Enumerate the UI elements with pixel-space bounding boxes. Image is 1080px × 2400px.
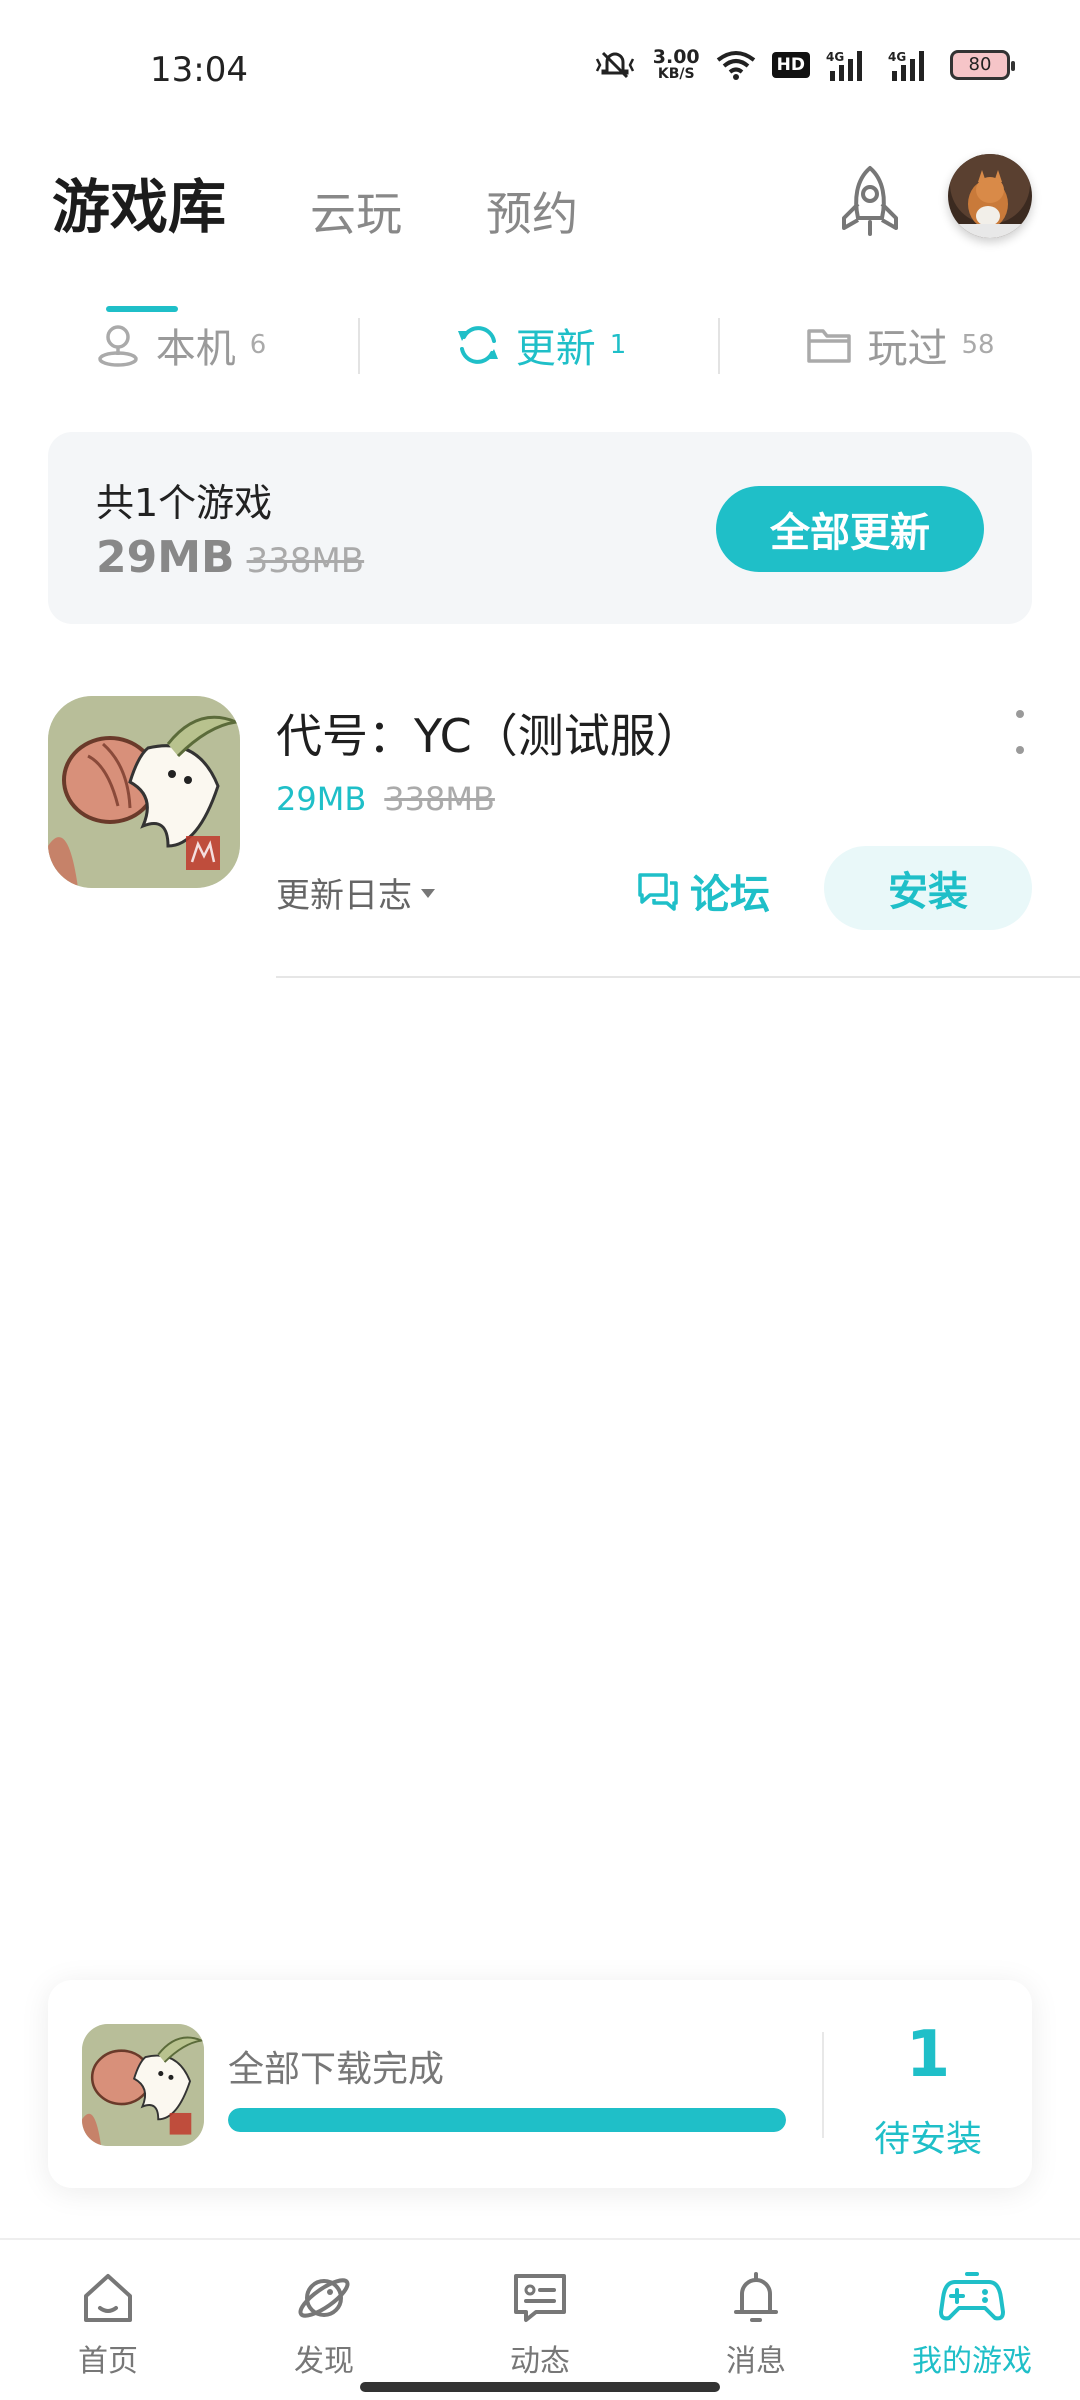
user-pin-icon — [97, 325, 138, 367]
refresh-icon — [457, 326, 498, 364]
gamepad-icon — [939, 2272, 1005, 2321]
bottom-nav: 首页 发现 动态 消息 我的游戏 — [0, 2238, 1080, 2400]
home-indicator[interactable] — [360, 2382, 720, 2392]
summary-size: 29MB 338MB — [96, 532, 364, 583]
nav-discover[interactable]: 发现 — [216, 2240, 432, 2400]
hd-badge: HD — [771, 51, 810, 78]
pending-install-label: 待安装 — [873, 2119, 982, 2160]
net-speed: 3.00 KB/S — [652, 46, 700, 82]
download-game-icon — [82, 2024, 204, 2146]
download-panel[interactable]: 全部下载完成 1 待安装 — [48, 1980, 1032, 2188]
more-dot — [1016, 710, 1024, 718]
nav-home[interactable]: 首页 — [0, 2240, 216, 2400]
summary-size-old: 338MB — [246, 541, 365, 581]
signal-icon: 4G — [826, 50, 862, 81]
segment-tabs: 本机 6 更新 1 玩过 58 — [0, 300, 1080, 390]
download-progress-fill — [228, 2108, 786, 2132]
download-status: 全部下载完成 — [228, 2049, 445, 2090]
changelog-toggle[interactable]: 更新日志 — [276, 868, 436, 917]
tab-cloud-play[interactable]: 云玩 — [310, 178, 402, 244]
chat-bubble-icon — [638, 873, 678, 911]
nav-my-games[interactable]: 我的游戏 — [864, 2240, 1080, 2400]
segment-local[interactable]: 本机 6 — [0, 300, 360, 390]
segment-divider — [358, 318, 360, 374]
signal-icon-2: 4G — [888, 50, 924, 81]
row-divider — [276, 976, 1080, 978]
update-all-button[interactable]: 全部更新 — [716, 486, 984, 572]
update-summary-card: 共1个游戏 29MB 338MB 全部更新 — [48, 432, 1032, 624]
battery-icon: 80 — [950, 49, 1015, 80]
segment-update[interactable]: 更新 1 — [360, 300, 720, 390]
bell-icon — [734, 2272, 778, 2322]
game-icon[interactable] — [48, 696, 240, 888]
planet-icon — [298, 2278, 350, 2318]
caret-down-icon — [421, 888, 435, 898]
summary-title: 共1个游戏 — [96, 481, 273, 525]
pending-install-count: 1 — [905, 2018, 951, 2092]
segment-divider — [718, 318, 720, 374]
home-icon — [84, 2274, 132, 2322]
download-progress-bar — [228, 2108, 786, 2132]
status-time: 13:04 — [150, 50, 248, 90]
svg-text:4G: 4G — [826, 50, 844, 64]
game-size: 29MB 338MB — [276, 780, 495, 818]
summary-size-new: 29MB — [96, 532, 235, 583]
tab-game-library[interactable]: 游戏库 — [52, 160, 226, 312]
more-options-button[interactable] — [1008, 710, 1032, 754]
game-size-new: 29MB — [276, 780, 367, 818]
nav-messages[interactable]: 消息 — [648, 2240, 864, 2400]
segment-played[interactable]: 玩过 58 — [720, 300, 1080, 390]
forum-button[interactable]: 论坛 — [636, 862, 770, 920]
user-avatar[interactable] — [948, 154, 1032, 238]
folder-icon — [807, 329, 852, 363]
wifi-icon — [716, 50, 755, 80]
mute-vibrate-icon — [595, 51, 634, 78]
more-dot — [1016, 746, 1024, 754]
chat-card-icon — [514, 2274, 566, 2322]
status-icons: 3.00 KB/S HD 4G 4G 80 — [593, 46, 1015, 82]
game-size-old: 338MB — [384, 780, 495, 818]
rocket-button[interactable] — [830, 162, 910, 242]
tab-reservations[interactable]: 预约 — [486, 178, 578, 244]
game-title[interactable]: 代号：YC（测试服） — [276, 700, 702, 766]
status-bar: 13:04 3.00 KB/S HD 4G 4G 80 — [0, 0, 1080, 140]
install-button[interactable]: 安装 — [824, 846, 1032, 930]
top-tabs: 游戏库 云玩 预约 — [52, 160, 578, 312]
rocket-icon — [842, 166, 898, 236]
nav-feed[interactable]: 动态 — [432, 2240, 648, 2400]
svg-text:4G: 4G — [888, 50, 906, 64]
